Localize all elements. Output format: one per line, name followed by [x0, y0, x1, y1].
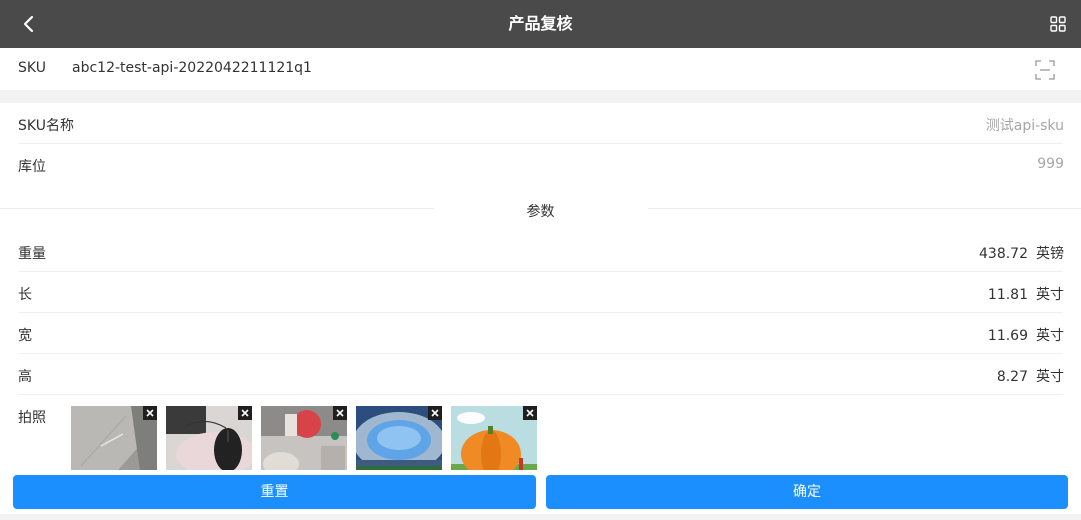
location-label: 库位 [18, 159, 46, 175]
length-unit: 英寸 [1036, 287, 1064, 303]
location-row: 库位 999 [0, 144, 1081, 185]
close-icon[interactable] [523, 406, 537, 420]
photo-thumbnail-stadium[interactable] [356, 406, 442, 478]
sku-input-row[interactable]: SKU abc12-test-api-2022042211121q1 [0, 48, 1081, 90]
divider [18, 394, 1063, 395]
height-unit: 英寸 [1036, 369, 1064, 385]
close-icon[interactable] [428, 406, 442, 420]
close-icon[interactable] [238, 406, 252, 420]
height-row: 高 8.27 英寸 [0, 354, 1081, 395]
photo-thumbnail-desk[interactable] [261, 406, 347, 478]
close-icon[interactable] [143, 406, 157, 420]
product-detail-card: SKU名称 测试api-sku 库位 999 参数 重量 438.72 英镑 长 … [0, 103, 1081, 520]
width-label: 宽 [18, 328, 32, 344]
height-label: 高 [18, 369, 32, 385]
sku-label: SKU [18, 60, 46, 76]
close-icon[interactable] [333, 406, 347, 420]
action-bar: 重置 确定 [0, 470, 1081, 520]
photo-thumbnail-floor[interactable] [71, 406, 157, 478]
height-value: 8.27 英寸 [996, 369, 1064, 385]
page-title: 产品复核 [508, 14, 573, 33]
confirm-button[interactable]: 确定 [546, 475, 1068, 509]
weight-value: 438.72 英镑 [979, 246, 1064, 262]
weight-row: 重量 438.72 英镑 [0, 231, 1081, 272]
photo-thumbnail-pumpkin[interactable] [451, 406, 537, 478]
sku-input[interactable]: abc12-test-api-2022042211121q1 [72, 60, 312, 76]
width-row: 宽 11.69 英寸 [0, 313, 1081, 354]
top-nav-bar: 产品复核 [0, 0, 1081, 48]
width-unit: 英寸 [1036, 328, 1064, 344]
length-value: 11.81 英寸 [987, 287, 1064, 303]
photo-label: 拍照 [18, 410, 46, 426]
params-section-header: 参数 [0, 187, 1081, 231]
grid-icon[interactable] [1049, 15, 1067, 33]
width-value: 11.69 英寸 [987, 328, 1064, 344]
photo-thumbnail-mouse[interactable] [166, 406, 252, 478]
weight-unit: 英镑 [1036, 246, 1064, 262]
location-value: 999 [1037, 156, 1064, 172]
sku-name-value: 测试api-sku [985, 118, 1064, 134]
length-row: 长 11.81 英寸 [0, 272, 1081, 313]
sku-name-row: SKU名称 测试api-sku [0, 103, 1081, 144]
length-label: 长 [18, 287, 32, 303]
weight-label: 重量 [18, 246, 46, 262]
sku-name-label: SKU名称 [18, 118, 74, 134]
scan-icon[interactable] [1035, 60, 1055, 80]
reset-button[interactable]: 重置 [13, 475, 536, 509]
params-title: 参数 [526, 204, 555, 220]
